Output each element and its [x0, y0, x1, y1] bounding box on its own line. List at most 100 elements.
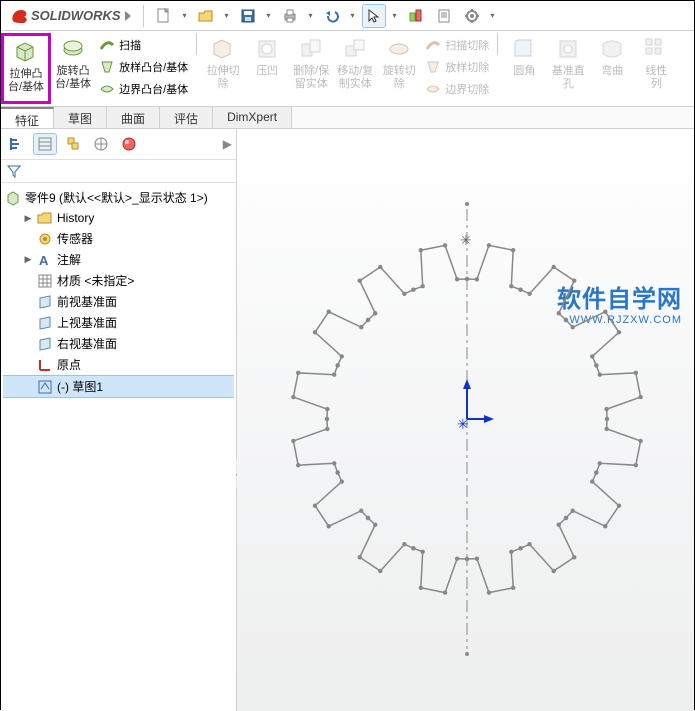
tree-root-part[interactable]: 零件9 (默认<<默认>_显示状态 1>) — [3, 187, 234, 208]
extruded-cut-icon — [209, 35, 237, 63]
part-icon — [5, 190, 21, 206]
sweep-icon — [99, 37, 115, 53]
tree-annotations[interactable]: ▶A注解 — [3, 249, 234, 270]
fillet-icon — [510, 35, 538, 63]
tree-sensors[interactable]: 传感器 — [3, 228, 234, 249]
tab-features[interactable]: 特征 — [1, 107, 54, 128]
feature-tree-tab[interactable] — [5, 133, 29, 155]
graphics-area[interactable]: 软件自学网 WWW.RJZXW.COM ✳ ✳ — [237, 129, 694, 711]
extruded-cut-button: 拉伸切 除 — [201, 33, 245, 104]
cut-group: 扫描切除 放样切除 边界切除 — [421, 33, 493, 104]
quick-access-toolbar: SOLIDWORKS ▾ ▾ ▾ ▾ ▾ ▾ ▾ — [1, 1, 694, 31]
tree-sketch1[interactable]: (-) 草图1 — [3, 375, 234, 398]
delete-body-icon — [297, 35, 325, 63]
sketch-canvas: ✳ ✳ — [237, 129, 695, 709]
slot-button: 基准直 孔 — [546, 33, 590, 104]
svg-text:A: A — [39, 253, 49, 268]
fillet-button: 圆角 — [502, 33, 546, 104]
open-dropdown-icon[interactable]: ▾ — [222, 11, 232, 20]
panel-expand-icon[interactable]: ▶ — [223, 137, 232, 151]
revolve-label: 旋转凸 台/基体 — [55, 65, 91, 91]
open-file-button[interactable] — [194, 4, 218, 28]
pattern-icon — [642, 35, 670, 63]
options-dropdown-icon[interactable]: ▾ — [488, 11, 498, 20]
folder-icon — [37, 210, 53, 226]
tree-origin[interactable]: 原点 — [3, 354, 234, 375]
solidworks-logo-icon — [9, 6, 29, 26]
save-button[interactable] — [236, 4, 260, 28]
expand-icon[interactable]: ▶ — [23, 254, 33, 265]
tab-sketch[interactable]: 草图 — [54, 107, 107, 128]
options-button[interactable] — [460, 4, 484, 28]
undo-button[interactable] — [320, 4, 344, 28]
lofted-boss-button[interactable]: 放样凸台/基体 — [97, 57, 190, 77]
hole-icon — [253, 35, 281, 63]
material-icon — [37, 273, 53, 289]
feature-tree: 零件9 (默认<<默认>_显示状态 1>) ▶History 传感器 ▶A注解 … — [1, 183, 236, 711]
origin-icon — [37, 357, 53, 373]
tab-surfaces[interactable]: 曲面 — [107, 107, 160, 128]
swept-cut-icon — [425, 37, 441, 53]
svg-text:✳: ✳ — [457, 416, 469, 432]
extrude-label: 拉伸凸 台/基体 — [8, 68, 44, 94]
document-properties-button[interactable] — [432, 4, 456, 28]
lofted-cut-icon — [425, 59, 441, 75]
new-file-button[interactable] — [152, 4, 176, 28]
print-dropdown-icon[interactable]: ▾ — [306, 11, 316, 20]
slot-icon — [554, 35, 582, 63]
origin-triad: ✳ — [457, 379, 494, 432]
plane-icon — [37, 336, 53, 352]
revolved-cut-button: 旋转切 除 — [377, 33, 421, 104]
boss-group: 扫描 放样凸台/基体 边界凸台/基体 — [95, 33, 192, 104]
boundary-cut-button: 边界切除 — [423, 79, 491, 99]
configuration-tab[interactable] — [61, 133, 85, 155]
boundary-boss-button[interactable]: 边界凸台/基体 — [97, 79, 190, 99]
relation-marker: ✳ — [460, 232, 472, 248]
rebuild-button[interactable] — [404, 4, 428, 28]
extrude-icon — [12, 38, 40, 66]
property-manager-tab[interactable] — [33, 133, 57, 155]
extruded-boss-button[interactable]: 拉伸凸 台/基体 — [1, 33, 51, 104]
expand-icon[interactable]: ▶ — [23, 213, 33, 224]
app-logo: SOLIDWORKS — [5, 6, 135, 26]
tab-evaluate[interactable]: 评估 — [160, 107, 213, 128]
wrap-button: 弯曲 — [590, 33, 634, 104]
dimxpert-tab[interactable] — [89, 133, 113, 155]
plane-icon — [37, 315, 53, 331]
delete-keep-body-button: 删除/保 留实体 — [289, 33, 333, 104]
select-button[interactable] — [362, 4, 386, 28]
loft-icon — [99, 59, 115, 75]
select-dropdown-icon[interactable]: ▾ — [390, 11, 400, 20]
linear-pattern-button: 线性 列 — [634, 33, 678, 104]
tree-front-plane[interactable]: 前视基准面 — [3, 291, 234, 312]
move-body-icon — [341, 35, 369, 63]
tree-history[interactable]: ▶History — [3, 208, 234, 228]
undo-dropdown-icon[interactable]: ▾ — [348, 11, 358, 20]
save-dropdown-icon[interactable]: ▾ — [264, 11, 274, 20]
boundary-icon — [99, 81, 115, 97]
swept-boss-button[interactable]: 扫描 — [97, 35, 190, 55]
feature-manager-panel: ▶ 零件9 (默认<<默认>_显示状态 1>) ▶History 传感器 ▶A注… — [1, 129, 237, 711]
move-copy-body-button: 移动/复 制实体 — [333, 33, 377, 104]
revolved-boss-button[interactable]: 旋转凸 台/基体 — [51, 33, 95, 104]
ribbon: 拉伸凸 台/基体 旋转凸 台/基体 扫描 放样凸台/基体 边界凸台/基体 拉伸切… — [1, 31, 694, 107]
app-name: SOLIDWORKS — [31, 8, 121, 23]
revolved-cut-icon — [385, 35, 413, 63]
app-menu-arrow-icon[interactable] — [125, 11, 131, 21]
tree-filter[interactable] — [1, 160, 236, 183]
new-dropdown-icon[interactable]: ▾ — [180, 11, 190, 20]
sensor-icon — [37, 231, 53, 247]
command-manager-tabs: 特征 草图 曲面 评估 DimXpert — [1, 107, 694, 129]
annotation-icon: A — [37, 252, 53, 268]
tree-right-plane[interactable]: 右视基准面 — [3, 333, 234, 354]
hole-wizard-button: 压凹 — [245, 33, 289, 104]
swept-cut-button: 扫描切除 — [423, 35, 491, 55]
tree-top-plane[interactable]: 上视基准面 — [3, 312, 234, 333]
boundary-cut-icon — [425, 81, 441, 97]
tree-material[interactable]: 材质 <未指定> — [3, 270, 234, 291]
tab-dimxpert[interactable]: DimXpert — [213, 107, 292, 128]
print-button[interactable] — [278, 4, 302, 28]
plane-icon — [37, 294, 53, 310]
appearances-tab[interactable] — [117, 133, 141, 155]
main-area: ▶ 零件9 (默认<<默认>_显示状态 1>) ▶History 传感器 ▶A注… — [1, 129, 694, 711]
